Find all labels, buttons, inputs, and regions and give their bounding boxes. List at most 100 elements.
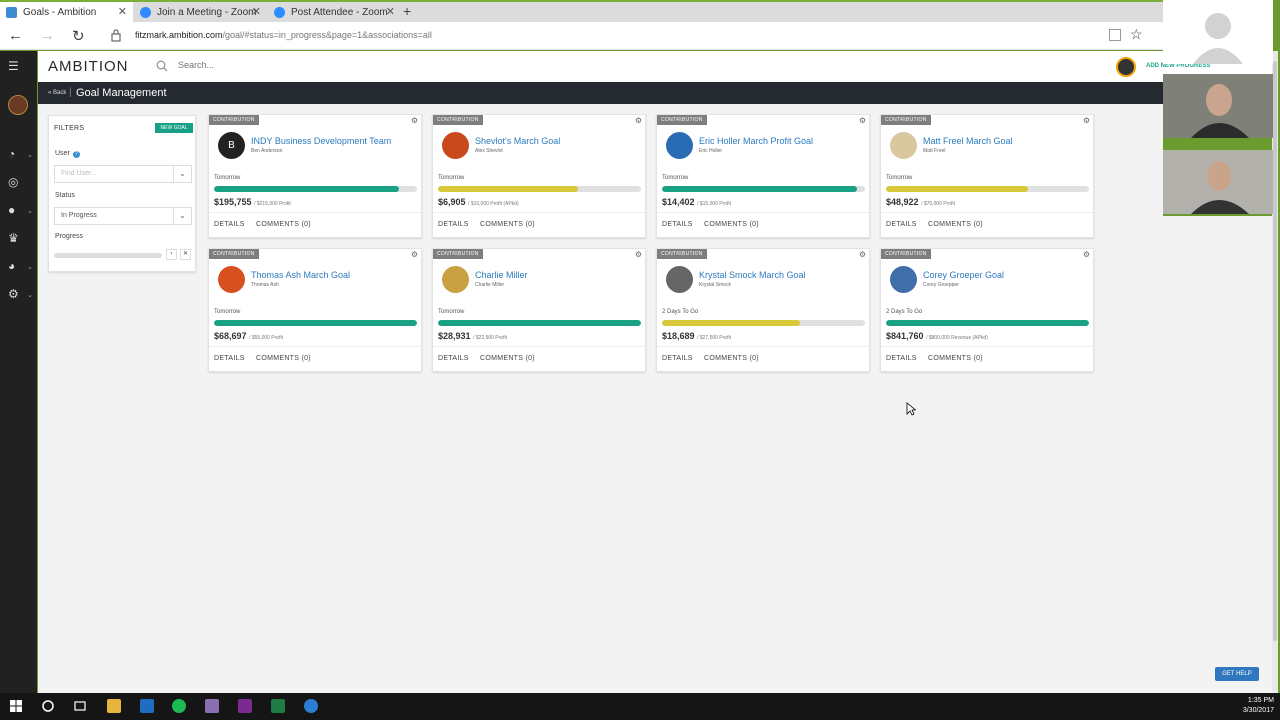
goal-card[interactable]: CONTRIBUTION ⚙ Thomas Ash March Goal Thomas… (208, 248, 422, 372)
video-participant-2[interactable] (1163, 74, 1273, 138)
reading-view-icon[interactable] (1109, 29, 1121, 41)
goal-card[interactable]: CONTRIBUTION ⚙ Krystal Smock March Goal Kry… (656, 248, 870, 372)
edge-browser-icon[interactable] (304, 699, 318, 713)
goal-title-link[interactable]: INDY Business Development Team (251, 136, 391, 146)
progress-fill (438, 186, 579, 192)
search-input[interactable] (178, 60, 378, 70)
details-button[interactable]: DETAILS (214, 355, 245, 362)
tab-goals[interactable]: Goals - Ambition ✕ (0, 2, 133, 22)
spotify-icon[interactable] (172, 699, 186, 713)
gear-icon[interactable]: ⚙ (859, 116, 866, 125)
video-participant-1[interactable] (1163, 0, 1273, 64)
avatar[interactable] (8, 95, 28, 115)
goal-card[interactable]: CONTRIBUTION ⚙ Eric Holler March Profit Go… (656, 114, 870, 238)
details-button[interactable]: DETAILS (662, 221, 693, 228)
clock-date: 3/30/2017 (1242, 707, 1274, 714)
goals-target-icon[interactable]: ◎ (8, 175, 22, 189)
app-header: AMBITION ADD NEW PROGRESS (38, 51, 1272, 82)
range-expand-icon[interactable]: ‹ (166, 249, 177, 260)
gear-icon[interactable]: ⚙ (411, 250, 418, 259)
system-clock[interactable]: 1:35 PM 3/30/2017 (1234, 696, 1274, 716)
goal-card[interactable]: CONTRIBUTION ⚙ B INDY Business Development … (208, 114, 422, 238)
scrollbar-thumb[interactable] (1273, 61, 1277, 641)
gear-icon[interactable]: ⚙ (635, 116, 642, 125)
forward-arrow-icon[interactable]: → (40, 27, 55, 44)
contribution-tag: CONTRIBUTION (209, 249, 259, 259)
back-link[interactable]: « Back (48, 90, 66, 96)
range-clear-icon[interactable]: ✕ (180, 249, 191, 260)
contribution-tag: CONTRIBUTION (209, 115, 259, 125)
comments-button[interactable]: COMMENTS (0) (928, 355, 983, 362)
trophy-badge-icon[interactable] (1116, 57, 1136, 77)
dashboard-gauge-icon[interactable]: ◔ (8, 147, 22, 161)
settings-gear-icon[interactable]: ⚙ (8, 287, 22, 301)
snipping-tool-icon[interactable] (205, 699, 219, 713)
gear-icon[interactable]: ⚙ (1083, 116, 1090, 125)
close-icon[interactable]: ✕ (252, 5, 261, 18)
goal-title-link[interactable]: Charlie Miller (475, 270, 528, 280)
onenote-icon[interactable] (238, 699, 252, 713)
page-scrollbar[interactable] (1272, 51, 1278, 693)
goal-owner: Krystal Smock (699, 282, 731, 288)
status-select[interactable]: In Progress ⌄ (54, 207, 192, 225)
cortana-search-icon[interactable] (41, 699, 55, 713)
goal-title-link[interactable]: Eric Holler March Profit Goal (699, 136, 813, 146)
get-help-button[interactable]: GET HELP (1215, 667, 1259, 681)
goal-title-link[interactable]: Shevlot's March Goal (475, 136, 560, 146)
video-participant-3[interactable] (1163, 150, 1273, 214)
comments-button[interactable]: COMMENTS (0) (256, 355, 311, 362)
details-button[interactable]: DETAILS (886, 355, 917, 362)
details-button[interactable]: DETAILS (886, 221, 917, 228)
goal-card[interactable]: CONTRIBUTION ⚙ Corey Groeper Goal Corey Gro… (880, 248, 1094, 372)
tab-join-meeting[interactable]: Join a Meeting - Zoom ✕ (134, 2, 267, 22)
goal-title-link[interactable]: Corey Groeper Goal (923, 270, 1004, 280)
coaching-chat-icon[interactable]: ● (8, 203, 22, 217)
trophy-icon[interactable]: ♛ (8, 231, 22, 245)
refresh-icon[interactable]: ↻ (72, 27, 85, 45)
excel-icon[interactable] (271, 699, 285, 713)
goal-current-value: $841,760 / $800,000 Revenue (APkd) (886, 331, 988, 341)
gear-icon[interactable]: ⚙ (859, 250, 866, 259)
gear-icon[interactable]: ⚙ (1083, 250, 1090, 259)
close-icon[interactable]: ✕ (118, 5, 127, 18)
goal-progress-bar (214, 186, 417, 192)
new-goal-button[interactable]: NEW GOAL (155, 123, 193, 133)
goal-target: / $215,000 Profit (254, 201, 291, 207)
comments-button[interactable]: COMMENTS (0) (704, 355, 759, 362)
goal-title-link[interactable]: Krystal Smock March Goal (699, 270, 806, 280)
task-view-icon[interactable] (73, 699, 87, 713)
comments-button[interactable]: COMMENTS (0) (480, 355, 535, 362)
progress-range-slider[interactable] (54, 253, 162, 258)
details-button[interactable]: DETAILS (438, 221, 469, 228)
tab-post-attendee[interactable]: Post Attendee - Zoom ✕ (268, 2, 401, 22)
page-subheader: « Back | Goal Management (38, 82, 1163, 104)
menu-icon[interactable]: ☰ (8, 59, 22, 73)
goal-card[interactable]: CONTRIBUTION ⚙ Shevlot's March Goal Alex Sh… (432, 114, 646, 238)
goal-card[interactable]: CONTRIBUTION ⚙ Matt Freel March Goal Matt F… (880, 114, 1094, 238)
goal-title-link[interactable]: Thomas Ash March Goal (251, 270, 350, 280)
comments-button[interactable]: COMMENTS (0) (480, 221, 535, 228)
gear-icon[interactable]: ⚙ (635, 250, 642, 259)
gear-icon[interactable]: ⚙ (411, 116, 418, 125)
file-explorer-icon[interactable] (107, 699, 121, 713)
close-icon[interactable]: ✕ (386, 5, 395, 18)
comments-button[interactable]: COMMENTS (0) (928, 221, 983, 228)
scorecard-icon[interactable]: ◕ (8, 259, 22, 273)
details-button[interactable]: DETAILS (214, 221, 245, 228)
ambition-logo[interactable]: AMBITION (48, 58, 129, 75)
info-icon[interactable]: ? (72, 151, 80, 158)
favorite-star-icon[interactable]: ☆ (1130, 26, 1143, 43)
outlook-icon[interactable] (140, 699, 154, 713)
user-select[interactable]: Find User... ⌄ (54, 165, 192, 183)
comments-button[interactable]: COMMENTS (0) (704, 221, 759, 228)
comments-button[interactable]: COMMENTS (0) (256, 221, 311, 228)
goal-title-link[interactable]: Matt Freel March Goal (923, 136, 1013, 146)
goal-card[interactable]: CONTRIBUTION ⚙ Charlie Miller Charlie Mille… (432, 248, 646, 372)
details-button[interactable]: DETAILS (662, 355, 693, 362)
url-field[interactable]: fitzmark.ambition.com/goal/#status=in_pr… (135, 30, 432, 40)
back-arrow-icon[interactable]: ← (8, 27, 23, 44)
zoom-favicon-icon (274, 6, 285, 18)
windows-start-icon[interactable] (9, 699, 23, 713)
details-button[interactable]: DETAILS (438, 355, 469, 362)
new-tab-icon[interactable]: + (403, 3, 411, 19)
